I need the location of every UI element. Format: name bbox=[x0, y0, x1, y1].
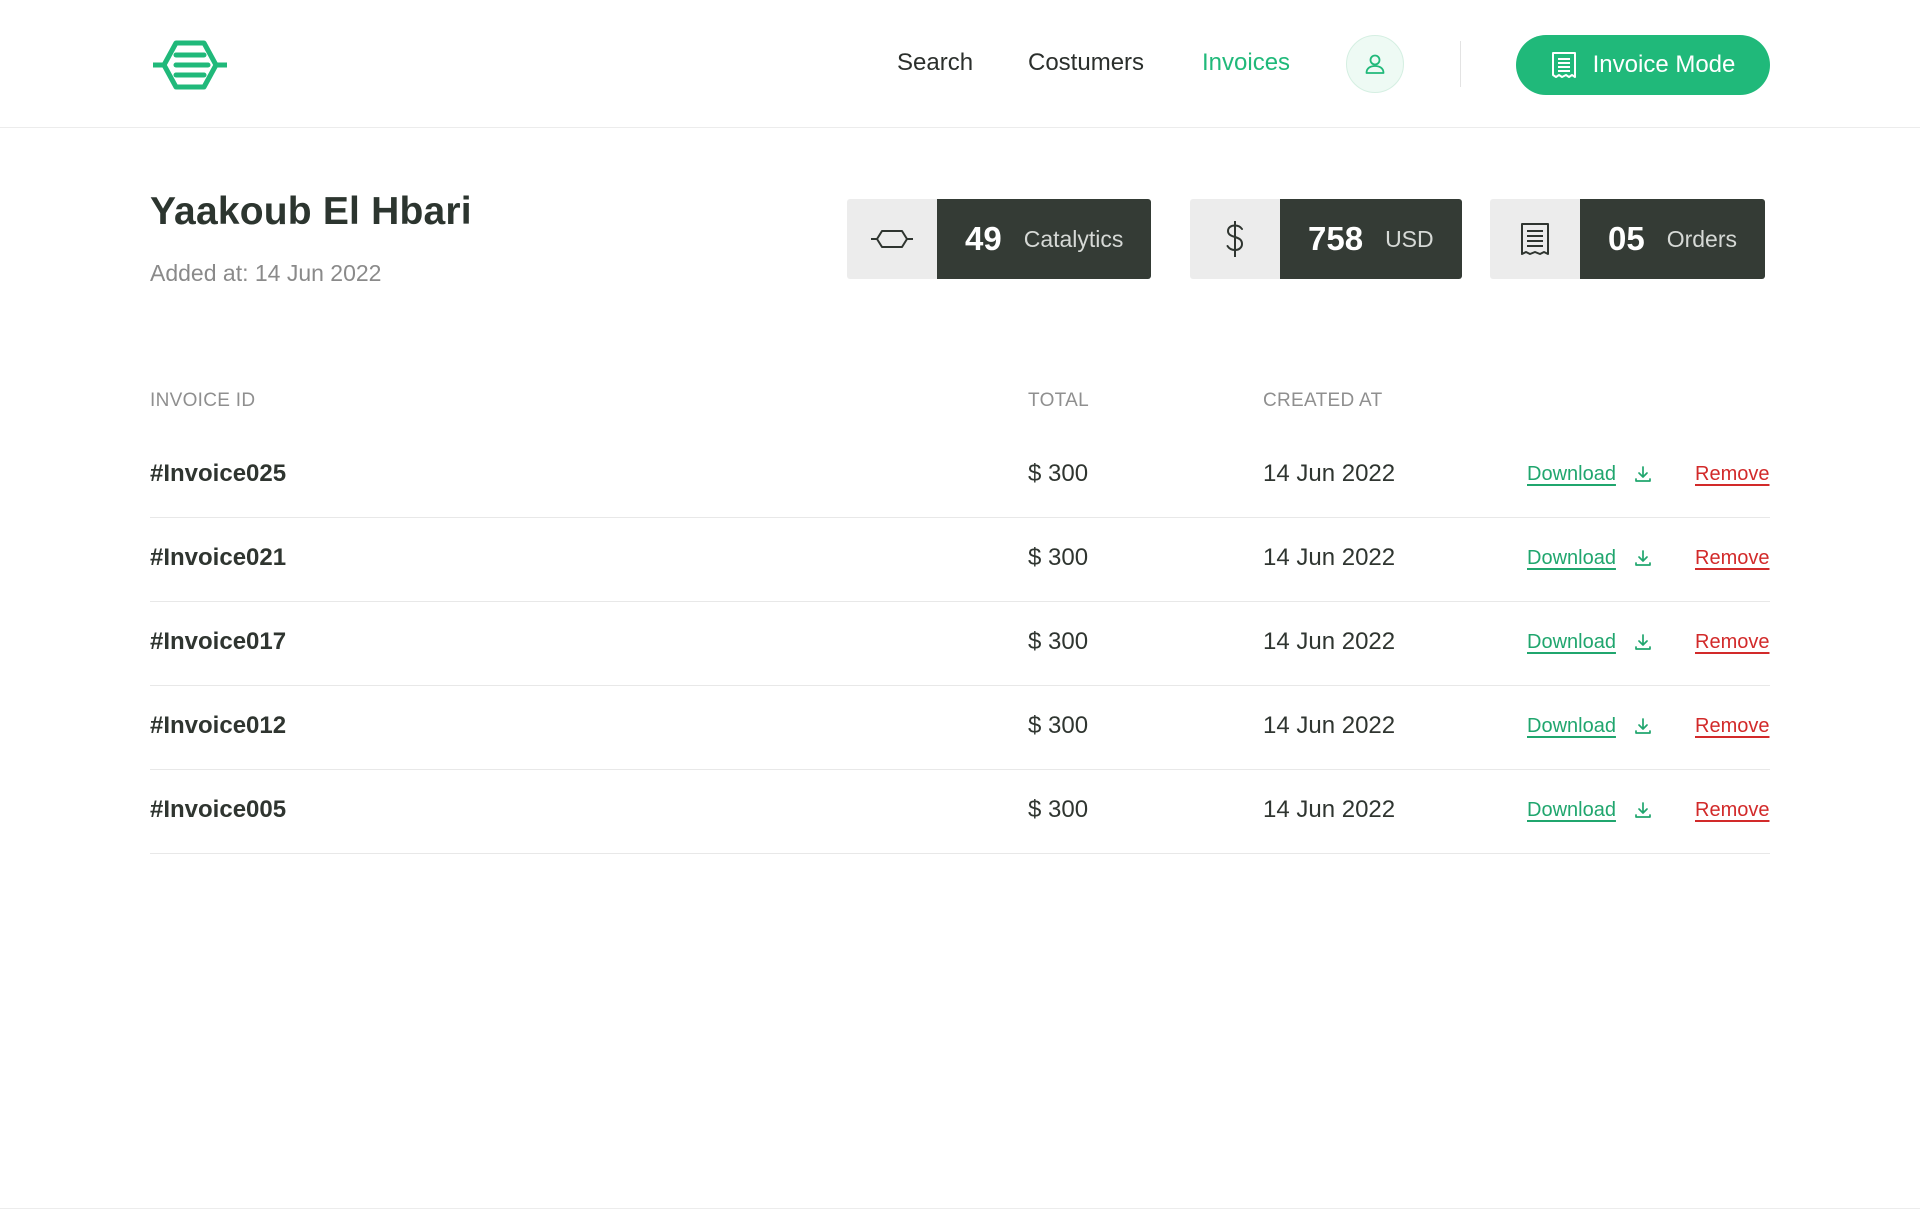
download-icon[interactable] bbox=[1633, 464, 1653, 484]
table-row: #Invoice012 $ 300 14 Jun 2022 Download R… bbox=[150, 686, 1770, 770]
nav-costumers[interactable]: Costumers bbox=[1028, 49, 1144, 77]
stat-orders-value: 05 bbox=[1608, 220, 1645, 257]
invoice-created-date: 14 Jun 2022 bbox=[1263, 460, 1396, 487]
customer-name: Yaakoub El Hbari bbox=[150, 190, 472, 233]
stat-orders-unit: Orders bbox=[1666, 225, 1738, 252]
user-avatar-button[interactable] bbox=[1346, 35, 1404, 93]
invoice-created-date: 14 Jun 2022 bbox=[1263, 712, 1396, 739]
invoice-id: #Invoice025 bbox=[150, 460, 287, 487]
table-row: #Invoice025 $ 300 14 Jun 2022 Download R… bbox=[150, 434, 1770, 518]
download-icon[interactable] bbox=[1633, 716, 1653, 736]
stat-orders: 05 Orders bbox=[1490, 199, 1766, 279]
user-icon bbox=[1365, 54, 1385, 74]
customer-added-date: Added at: 14 Jun 2022 bbox=[150, 260, 382, 286]
invoice-id: #Invoice012 bbox=[150, 712, 287, 739]
download-link[interactable]: Download bbox=[1527, 715, 1616, 738]
download-icon[interactable] bbox=[1633, 632, 1653, 652]
table-row: #Invoice005 $ 300 14 Jun 2022 Download R… bbox=[150, 770, 1770, 854]
remove-link[interactable]: Remove bbox=[1695, 799, 1769, 822]
download-icon[interactable] bbox=[1633, 548, 1653, 568]
download-link[interactable]: Download bbox=[1527, 547, 1616, 570]
download-link[interactable]: Download bbox=[1527, 463, 1616, 486]
download-icon[interactable] bbox=[1633, 800, 1653, 820]
catalytic-converter-icon bbox=[871, 230, 913, 248]
invoice-id: #Invoice021 bbox=[150, 544, 287, 571]
receipt-icon bbox=[1521, 223, 1549, 255]
nav-divider bbox=[1460, 41, 1461, 87]
stat-usd-unit: USD bbox=[1385, 225, 1434, 252]
invoice-mode-button[interactable]: Invoice Mode bbox=[1516, 35, 1770, 95]
receipt-icon bbox=[1551, 52, 1576, 78]
stat-catalytics-unit: Catalytics bbox=[1023, 225, 1124, 252]
stat-catalytics: 49 Catalytics bbox=[847, 199, 1152, 279]
remove-link[interactable]: Remove bbox=[1695, 547, 1769, 570]
invoice-total: $ 300 bbox=[1028, 796, 1089, 823]
stat-catalytics-value: 49 bbox=[965, 220, 1002, 257]
remove-link[interactable]: Remove bbox=[1695, 631, 1769, 654]
logo-icon[interactable] bbox=[150, 37, 230, 93]
nav-search[interactable]: Search bbox=[897, 49, 973, 77]
invoice-id: #Invoice005 bbox=[150, 796, 287, 823]
table-row: #Invoice021 $ 300 14 Jun 2022 Download R… bbox=[150, 518, 1770, 602]
top-navbar: Search Costumers Invoices Invoice Mode bbox=[0, 0, 1920, 128]
remove-link[interactable]: Remove bbox=[1695, 463, 1769, 486]
invoice-created-date: 14 Jun 2022 bbox=[1263, 796, 1396, 823]
invoice-total: $ 300 bbox=[1028, 544, 1089, 571]
invoice-created-date: 14 Jun 2022 bbox=[1263, 544, 1396, 571]
column-header-created-at: CREATED AT bbox=[1263, 390, 1383, 411]
download-link[interactable]: Download bbox=[1527, 799, 1616, 822]
remove-link[interactable]: Remove bbox=[1695, 715, 1769, 738]
column-header-total: TOTAL bbox=[1028, 390, 1089, 411]
dollar-icon bbox=[1226, 221, 1244, 257]
table-row: #Invoice017 $ 300 14 Jun 2022 Download R… bbox=[150, 602, 1770, 686]
invoice-total: $ 300 bbox=[1028, 712, 1089, 739]
invoice-id: #Invoice017 bbox=[150, 628, 287, 655]
invoice-created-date: 14 Jun 2022 bbox=[1263, 628, 1396, 655]
invoice-mode-label: Invoice Mode bbox=[1592, 51, 1736, 78]
nav-invoices[interactable]: Invoices bbox=[1202, 49, 1290, 77]
stat-usd-value: 758 bbox=[1308, 220, 1364, 257]
invoice-total: $ 300 bbox=[1028, 628, 1089, 655]
invoice-total: $ 300 bbox=[1028, 460, 1089, 487]
stat-usd: 758 USD bbox=[1190, 199, 1462, 279]
download-link[interactable]: Download bbox=[1527, 631, 1616, 654]
column-header-invoice-id: INVOICE ID bbox=[150, 390, 256, 411]
footer-divider bbox=[0, 1208, 1920, 1209]
